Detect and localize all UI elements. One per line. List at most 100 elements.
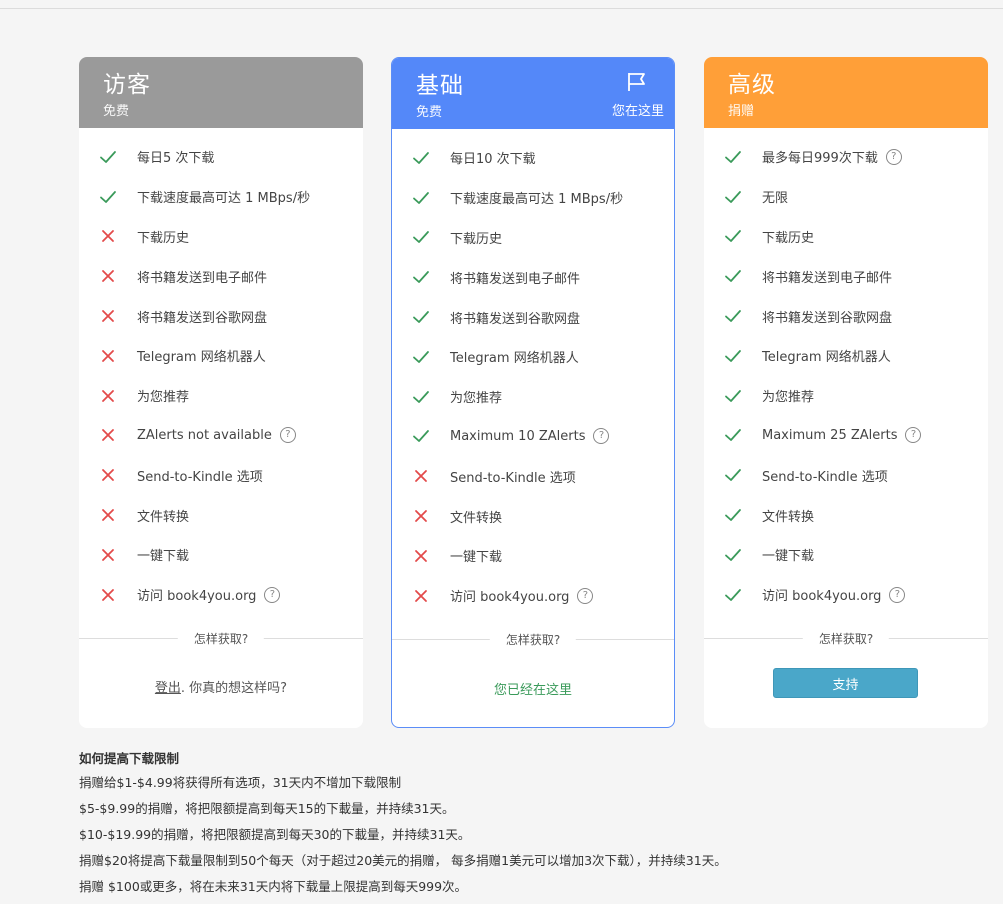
- feature-item: 下载速度最高可达 1 MBps/秒: [79, 177, 363, 217]
- check-icon: [704, 227, 762, 245]
- info-line: 捐赠给$1-$4.99将获得所有选项，31天内不增加下载限制: [79, 775, 402, 790]
- feature-text: 文件转换: [762, 509, 815, 525]
- feature-item: 每日5 次下载: [79, 137, 363, 177]
- feature-text: 无限: [762, 191, 789, 207]
- plan-header-basic: 基础 免费 您在这里: [392, 58, 674, 129]
- cross-icon: [79, 387, 137, 405]
- feature-item: Maximum 10 ZAlerts?: [392, 417, 674, 457]
- how-to-get-label: 怎样获取?: [802, 630, 890, 647]
- plan-card-guest: 访客 免费 每日5 次下载下载速度最高可达 1 MBps/秒下载历史 将书籍发送到…: [79, 57, 363, 728]
- logout-link[interactable]: 登出: [155, 681, 181, 696]
- support-button[interactable]: 支持: [773, 668, 918, 698]
- check-icon: [704, 586, 762, 604]
- feature-item: Telegram 网络机器人: [79, 336, 363, 376]
- feature-text: Telegram 网络机器人: [762, 350, 891, 366]
- check-icon: [392, 268, 450, 286]
- plan-card-basic: 基础 免费 您在这里 每日10 次下载下载速度最高可达 1 MBps/秒 下载历史…: [391, 57, 675, 728]
- top-divider: [0, 8, 1003, 9]
- cross-icon: [79, 426, 137, 444]
- check-icon: [79, 188, 137, 206]
- feature-item: 为您推荐: [79, 376, 363, 416]
- plan-subtitle: 捐赠: [728, 104, 755, 119]
- cross-icon: [79, 546, 137, 564]
- help-icon[interactable]: ?: [885, 148, 902, 165]
- cross-icon: [79, 586, 137, 604]
- feature-text: Maximum 10 ZAlerts: [450, 428, 586, 444]
- check-icon: [704, 506, 762, 524]
- feature-text: 最多每日999次下载: [762, 151, 878, 167]
- feature-item: 下载历史: [79, 217, 363, 257]
- help-icon[interactable]: ?: [889, 586, 906, 603]
- how-to-get-label: 怎样获取?: [177, 630, 265, 647]
- how-to-get-divider: 怎样获取?: [79, 630, 363, 647]
- help-icon[interactable]: ?: [264, 586, 281, 603]
- feature-item: 将书籍发送到电子邮件: [79, 256, 363, 296]
- already-here-text: 您已经在这里: [493, 683, 572, 698]
- check-icon: [392, 228, 450, 246]
- check-icon: [392, 149, 450, 167]
- help-icon[interactable]: ?: [593, 428, 610, 445]
- info-line: $10-$19.99的捐赠，将把限额提高到每天30的下載量，并持续31天。: [79, 827, 471, 842]
- feature-text: 每日10 次下载: [450, 152, 536, 168]
- check-icon: [704, 426, 762, 444]
- guest-footer-text: . 你真的想这样吗?: [180, 681, 288, 696]
- feature-text: ZAlerts not available: [137, 427, 272, 443]
- feature-item: 下载历史: [392, 218, 674, 258]
- check-icon: [704, 347, 762, 365]
- cross-icon: [392, 547, 450, 565]
- feature-item: 一键下载: [392, 536, 674, 576]
- check-icon: [392, 388, 450, 406]
- feature-text: 文件转换: [450, 510, 503, 526]
- help-icon[interactable]: ?: [905, 427, 922, 444]
- check-icon: [704, 188, 762, 206]
- how-to-get-divider: 怎样获取?: [392, 631, 674, 648]
- flag-icon: [628, 73, 645, 91]
- plan-header-premium: 高级 捐赠: [704, 57, 988, 128]
- feature-item: ZAlerts not available?: [79, 416, 363, 456]
- feature-item: 将书籍发送到谷歌网盘: [392, 297, 674, 337]
- feature-text: 为您推荐: [137, 390, 190, 406]
- check-icon: [704, 466, 762, 484]
- feature-item: 访问 book4you.org?: [79, 575, 363, 615]
- cross-icon: [79, 227, 137, 245]
- help-icon[interactable]: ?: [577, 587, 594, 604]
- check-icon: [392, 308, 450, 326]
- feature-item: 最多每日999次下载?: [704, 137, 988, 177]
- feature-item: 每日10 次下载: [392, 138, 674, 178]
- feature-text: 为您推荐: [450, 391, 503, 407]
- plan-header-guest: 访客 免费: [79, 57, 363, 128]
- feature-item: 一键下载: [79, 535, 363, 575]
- feature-text: 一键下载: [137, 549, 190, 565]
- how-to-get-label: 怎样获取?: [489, 631, 577, 648]
- cross-icon: [79, 307, 137, 325]
- feature-text: 将书籍发送到谷歌网盘: [762, 310, 893, 326]
- help-icon[interactable]: ?: [279, 427, 296, 444]
- feature-item: Telegram 网络机器人: [704, 336, 988, 376]
- download-limit-info: 如何提高下载限制 捐赠给$1-$4.99将获得所有选项，31天内不增加下载限制 …: [79, 748, 727, 904]
- cross-icon: [79, 466, 137, 484]
- guest-footer: 登出. 你真的想这样吗?: [79, 677, 363, 696]
- info-line: 捐赠$20将提高下载量限制到50个每天（对于超过20美元的捐赠， 每多捐赠1美元…: [79, 853, 727, 868]
- feature-list: 最多每日999次下载? 无限 下载历史 将书籍发送到电子邮件 将书籍发送到谷歌网盘 Tel…: [704, 137, 988, 615]
- cross-icon: [392, 467, 450, 485]
- feature-item: 一键下载: [704, 535, 988, 575]
- feature-text: 访问 book4you.org: [137, 589, 257, 605]
- check-icon: [704, 148, 762, 166]
- feature-text: 为您推荐: [762, 390, 815, 406]
- info-line: 捐赠 $100或更多，将在未来31天内将下载量上限提高到每天999次。: [79, 879, 468, 894]
- feature-text: 每日5 次下载: [137, 151, 215, 167]
- feature-text: 下载速度最高可达 1 MBps/秒: [137, 191, 311, 207]
- check-icon: [392, 189, 450, 207]
- check-icon: [704, 307, 762, 325]
- feature-item: 下载速度最高可达 1 MBps/秒: [392, 178, 674, 218]
- feature-item: Send-to-Kindle 选项: [392, 456, 674, 496]
- current-plan-label: 您在这里: [611, 104, 664, 119]
- feature-text: Telegram 网络机器人: [450, 351, 579, 367]
- cross-icon: [392, 587, 450, 605]
- plan-card-premium: 高级 捐赠 最多每日999次下载? 无限 下载历史 将书籍发送到电子邮件 将书籍发送到谷…: [704, 57, 988, 728]
- feature-item: 无限: [704, 177, 988, 217]
- feature-text: 将书籍发送到谷歌网盘: [450, 311, 581, 327]
- check-icon: [704, 546, 762, 564]
- feature-text: 访问 book4you.org: [762, 589, 882, 605]
- feature-list: 每日10 次下载 下载速度最高可达 1 MBps/秒 下载历史 将书籍发送到电子邮件将…: [392, 138, 674, 616]
